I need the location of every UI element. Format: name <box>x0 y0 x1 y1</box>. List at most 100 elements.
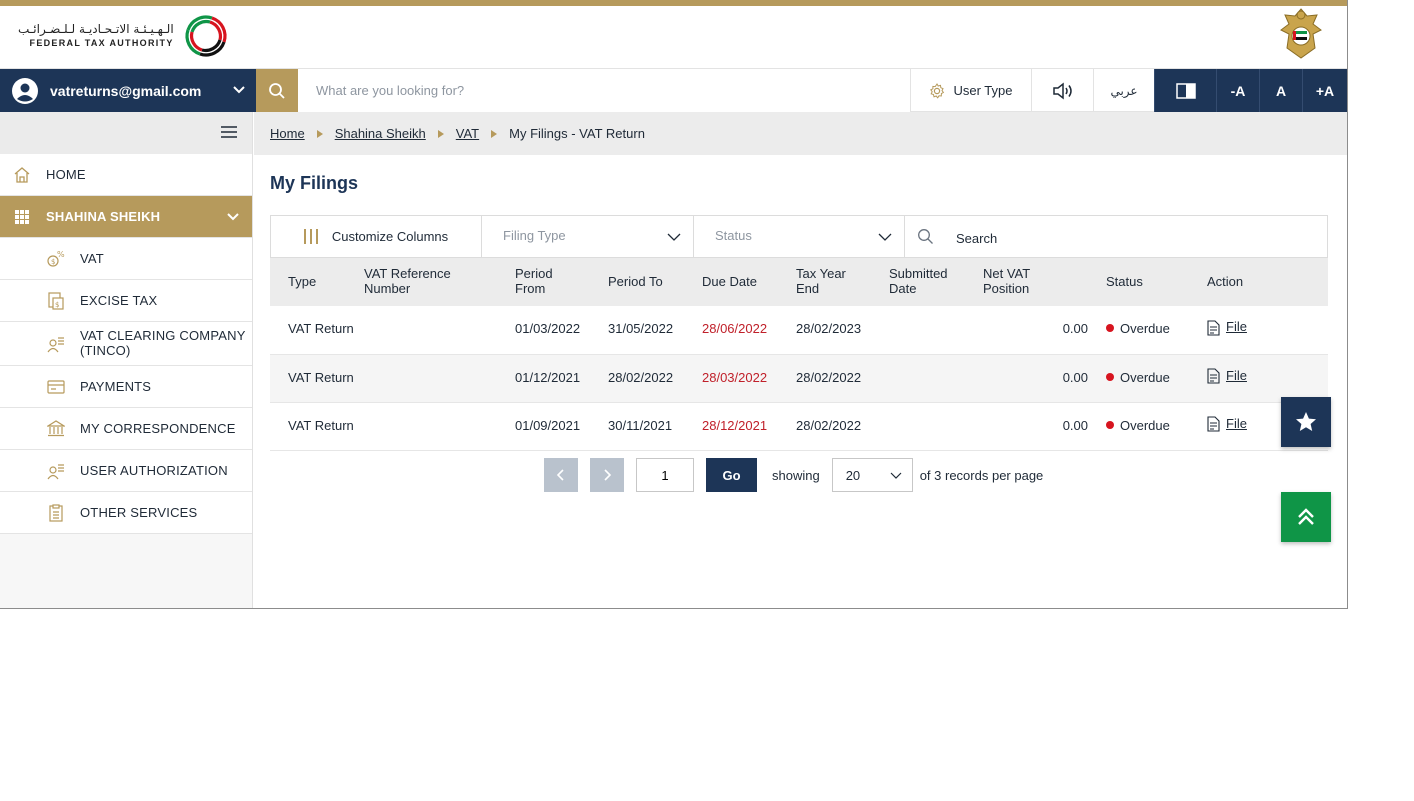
file-return-link[interactable]: File <box>1207 319 1247 336</box>
cell-type: VAT Return <box>270 306 364 355</box>
sidebar-item-label-line2: (TINCO) <box>80 342 131 358</box>
col-header-tax-year-end[interactable]: Tax Year End <box>796 258 889 306</box>
file-return-link[interactable]: File <box>1207 416 1247 432</box>
svg-text:$: $ <box>55 301 60 309</box>
clipboard-icon <box>49 503 63 522</box>
user-type-button[interactable]: User Type <box>910 69 1031 112</box>
cell-action: File <box>1207 354 1328 403</box>
breadcrumb-vat[interactable]: VAT <box>456 126 479 141</box>
page-number-input[interactable] <box>636 458 694 492</box>
chevron-down-icon <box>878 233 892 241</box>
status-dot-icon <box>1106 420 1114 429</box>
sidebar-item-label: EXCISE TAX <box>80 293 158 308</box>
scroll-to-top-button[interactable] <box>1281 492 1331 542</box>
table-row: VAT Return 01/03/2022 31/05/2022 28/06/2… <box>270 306 1328 355</box>
col-header-submitted-date[interactable]: Submitted Date <box>889 258 983 306</box>
breadcrumb-person[interactable]: Shahina Sheikh <box>335 126 426 141</box>
sidebar-item-home[interactable]: HOME <box>0 154 252 196</box>
double-chevron-up-icon <box>1298 508 1314 525</box>
chevron-down-icon <box>890 472 902 479</box>
status-dot-icon <box>1106 372 1114 381</box>
text-to-speech-button[interactable] <box>1031 69 1093 112</box>
grid-icon <box>15 209 29 224</box>
sidebar-item-shahina-sheikh[interactable]: SHAHINA SHEIKH <box>0 196 252 238</box>
language-toggle-arabic[interactable]: عربي <box>1093 69 1154 112</box>
vat-money-icon: $ % <box>47 250 65 267</box>
table-search-input[interactable] <box>956 231 1256 246</box>
col-header-due-date[interactable]: Due Date <box>702 258 796 306</box>
cell-submitted-date <box>889 354 983 403</box>
favorites-button[interactable] <box>1281 397 1331 447</box>
col-header-net-vat[interactable]: Net VAT Position <box>983 258 1106 306</box>
user-account-menu[interactable]: vatreturns@gmail.com <box>0 69 256 112</box>
cell-tax-year-end: 28/02/2023 <box>796 306 889 355</box>
per-page-value: 20 <box>845 467 861 483</box>
sidebar-item-user-authorization[interactable]: USER AUTHORIZATION <box>0 450 252 492</box>
next-page-button[interactable] <box>590 458 624 492</box>
sidebar-item-label: VAT CLEARING COMPANY <box>80 327 246 343</box>
per-page-select[interactable]: 20 <box>831 458 913 492</box>
top-toolbar: vatreturns@gmail.com User Type <box>0 68 1347 112</box>
cell-period-from: 01/09/2021 <box>515 402 608 451</box>
font-increase-button[interactable]: +A <box>1302 69 1347 112</box>
col-header-vat-ref[interactable]: VAT Reference Number <box>364 258 515 306</box>
cell-period-to: 31/05/2022 <box>608 306 702 355</box>
col-header-period-to[interactable]: Period To <box>608 258 702 306</box>
sidebar-item-vat-clearing-company[interactable]: VAT CLEARING COMPANY (TINCO) <box>0 322 252 366</box>
chevron-down-icon <box>227 213 239 221</box>
user-type-label: User Type <box>953 83 1013 98</box>
filing-type-dropdown[interactable]: Filing Type <box>482 216 694 257</box>
customize-columns-button[interactable]: Customize Columns <box>271 216 482 257</box>
chevron-left-icon <box>556 469 564 481</box>
file-return-link[interactable]: File <box>1207 368 1247 384</box>
sidebar-item-my-correspondence[interactable]: MY CORRESPONDENCE <box>0 408 252 450</box>
table-row: VAT Return 01/09/2021 30/11/2021 28/12/2… <box>270 402 1328 451</box>
bank-building-icon <box>47 419 65 436</box>
chevron-down-icon <box>667 233 681 241</box>
cell-tax-year-end: 28/02/2022 <box>796 354 889 403</box>
speaker-icon <box>1052 81 1072 100</box>
sidebar-item-vat[interactable]: $ % VAT <box>0 238 252 280</box>
contrast-toggle-button[interactable] <box>1154 69 1216 112</box>
breadcrumb-home[interactable]: Home <box>270 126 305 141</box>
cell-status: Overdue <box>1106 402 1207 451</box>
pagination: Go showing 20 of 3 records per page <box>544 458 1043 492</box>
star-icon <box>1296 412 1316 431</box>
sidebar-item-other-services[interactable]: OTHER SERVICES <box>0 492 252 534</box>
col-header-period-from[interactable]: Period From <box>515 258 608 306</box>
table-search <box>905 216 1327 257</box>
file-doc-icon <box>1207 320 1220 336</box>
cell-net-vat: 0.00 <box>983 354 1106 403</box>
status-dropdown[interactable]: Status <box>694 216 905 257</box>
hamburger-menu-icon[interactable] <box>220 125 238 139</box>
font-normal-button[interactable]: A <box>1259 69 1302 112</box>
font-decrease-button[interactable]: -A <box>1216 69 1259 112</box>
file-doc-icon <box>1207 416 1220 432</box>
customize-columns-label: Customize Columns <box>331 229 449 244</box>
columns-icon <box>303 229 322 244</box>
global-search-input[interactable] <box>298 69 910 112</box>
prev-page-button[interactable] <box>544 458 578 492</box>
cell-vat-ref <box>364 354 515 403</box>
breadcrumb-separator-icon <box>491 129 498 138</box>
cell-due-date: 28/06/2022 <box>702 306 796 355</box>
global-search-button[interactable] <box>256 69 298 112</box>
home-icon <box>14 166 30 183</box>
users-list-icon <box>47 336 64 352</box>
sidebar-item-excise-tax[interactable]: $ EXCISE TAX <box>0 280 252 322</box>
fta-logo[interactable]: الـهـيـئـة الاتـحـاديـة لـلـضـرائـب FEDE… <box>18 10 232 62</box>
cell-net-vat: 0.00 <box>983 306 1106 355</box>
gear-icon <box>930 82 945 99</box>
site-header: الـهـيـئـة الاتـحـاديـة لـلـضـرائـب FEDE… <box>0 6 1347 67</box>
status-badge: Overdue <box>1120 417 1170 433</box>
col-header-type[interactable]: Type <box>270 258 364 306</box>
status-badge: Overdue <box>1120 369 1170 385</box>
go-button[interactable]: Go <box>706 458 757 492</box>
showing-label: showing <box>772 467 820 483</box>
sidebar-item-label: OTHER SERVICES <box>80 505 198 520</box>
file-doc-icon <box>1207 368 1220 384</box>
chevron-down-icon <box>233 86 245 94</box>
sidebar-item-payments[interactable]: PAYMENTS <box>0 366 252 408</box>
col-header-status[interactable]: Status <box>1106 258 1207 306</box>
status-badge: Overdue <box>1120 321 1170 337</box>
